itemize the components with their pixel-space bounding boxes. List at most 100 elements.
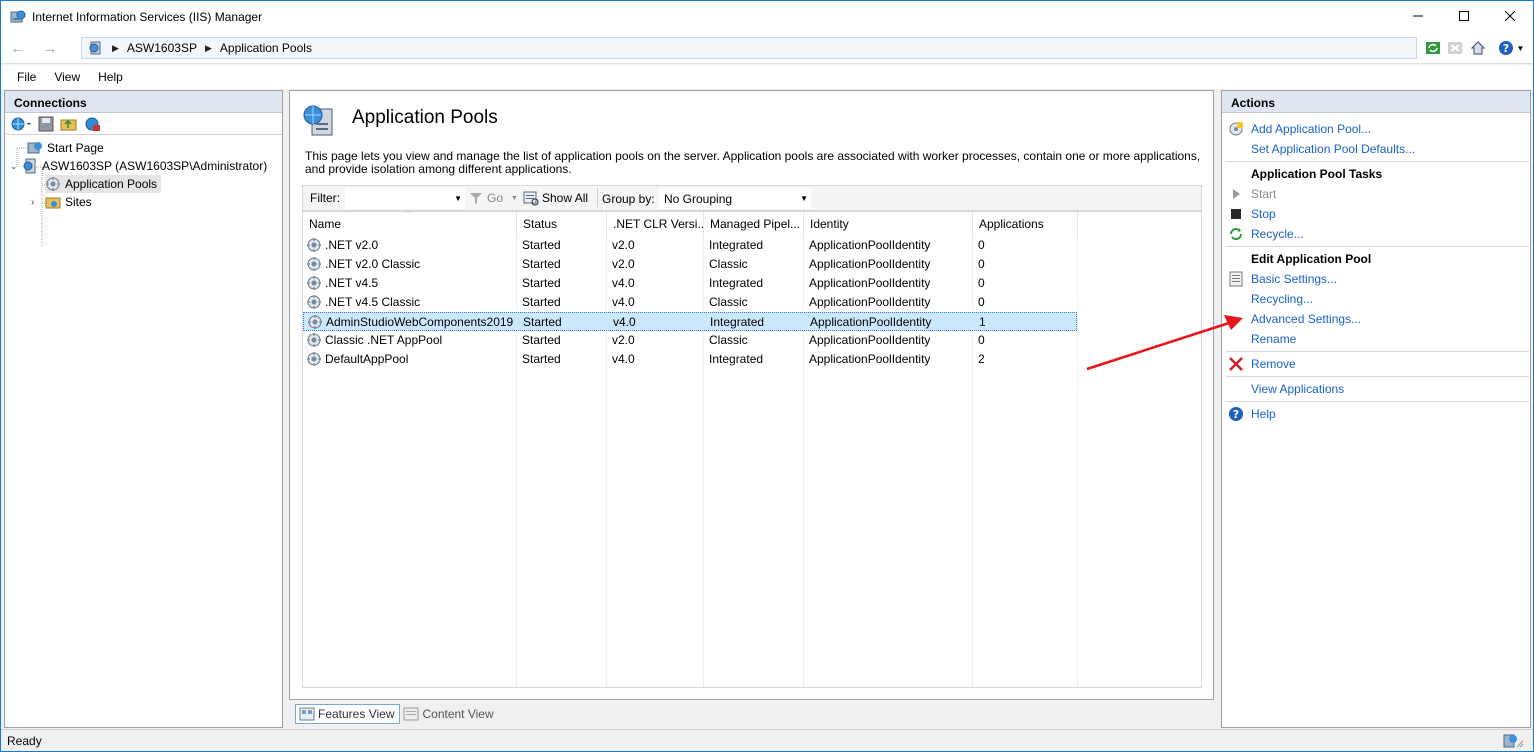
action-add-application-pool[interactable]: Add Application Pool... [1251,122,1371,136]
column-header-clr[interactable]: .NET CLR Versi... [607,212,704,236]
forward-arrow-icon: → [42,39,58,57]
refresh-button[interactable] [1423,38,1443,58]
address-path[interactable]: ▶ ASW1603SP ▶ Application Pools [81,37,1417,59]
content-view-tab[interactable]: Content View [400,704,498,724]
cell-pipeline: Classic [709,257,748,271]
cell-clr: v4.0 [612,276,635,290]
action-stop[interactable]: Stop [1251,207,1276,221]
table-row[interactable]: .NET v2.0 Started v2.0 Integrated Applicatio… [303,236,1077,255]
expand-chevron-icon[interactable]: › [31,197,45,208]
application-pool-icon [307,257,321,271]
close-button[interactable] [1487,1,1533,31]
minimize-button[interactable] [1395,1,1441,31]
table-row[interactable]: .NET v4.5 Classic Started v4.0 Classic Appli… [303,293,1077,312]
table-row[interactable]: Classic .NET AppPool Started v2.0 Classic Ap… [303,331,1077,350]
menu-file[interactable]: File [17,70,36,84]
actions-separator [1226,246,1529,247]
application-pool-icon [307,352,321,366]
action-view-applications[interactable]: View Applications [1251,382,1344,396]
column-header-applications[interactable]: Applications [973,212,1078,236]
add-pool-icon [1229,122,1243,136]
column-header-label: Applications [979,217,1044,231]
sort-ascending-icon: ⌃ [403,212,411,219]
action-advanced-settings[interactable]: Advanced Settings... [1251,312,1361,326]
action-remove[interactable]: Remove [1251,357,1296,371]
connect-globe-icon[interactable] [10,116,32,132]
save-icon[interactable] [38,116,54,132]
tree-label: Sites [65,195,92,209]
action-start[interactable]: Start [1251,187,1276,201]
column-header-status[interactable]: Status [517,212,607,236]
tree-item-application-pools[interactable]: Application Pools [45,175,162,193]
action-recycling[interactable]: Recycling... [1251,292,1313,306]
cell-apps: 2 [978,352,985,366]
title-bar: Internet Information Services (IIS) Mana… [1,1,1533,32]
maximize-button[interactable] [1441,1,1487,31]
column-header-name[interactable]: Name ⌃ [303,212,517,236]
app-pools-list[interactable]: Name ⌃ Status .NET CLR Versi... Managed P… [302,211,1202,688]
up-folder-icon[interactable] [60,116,78,132]
menu-view[interactable]: View [54,70,80,84]
svg-text:?: ? [1233,408,1239,421]
collapse-chevron-icon[interactable]: ⌄ [10,161,22,172]
cell-status: Started [522,352,561,366]
funnel-icon [470,193,482,204]
stop-nav-button[interactable] [1445,38,1465,58]
action-basic-settings[interactable]: Basic Settings... [1251,272,1337,286]
column-divider [1077,236,1078,687]
tree-item-start-page[interactable]: Start Page [27,139,104,157]
tree-label: Application Pools [65,177,158,191]
cell-pipeline: Integrated [709,238,764,252]
breadcrumb-server[interactable]: ASW1603SP [127,41,197,55]
cell-identity: ApplicationPoolIdentity [809,238,931,252]
table-row[interactable]: AdminStudioWebComponents2019 Started v4.0 I… [303,312,1077,331]
action-recycle[interactable]: Recycle... [1251,227,1304,241]
go-button[interactable]: Go ▼ [469,191,518,205]
annotation-arrow [1086,315,1243,371]
cell-clr: v4.0 [612,295,635,309]
tree-label: ASW1603SP (ASW1603SP\Administrator) [42,159,268,173]
help-menu-button[interactable]: ? ▼ [1495,38,1527,58]
cell-clr: v2.0 [612,238,635,252]
group-by-select[interactable]: No Grouping ▼ [659,188,811,209]
dropdown-arrow-icon[interactable]: ▼ [454,194,462,203]
disconnect-icon[interactable] [84,116,102,132]
breadcrumb-app-pools[interactable]: Application Pools [220,41,312,55]
cell-apps: 0 [978,257,985,271]
home-button[interactable] [1468,38,1488,58]
menu-help[interactable]: Help [98,70,123,84]
cell-apps: 0 [978,276,985,290]
tree-item-sites[interactable]: › Sites [31,193,92,211]
actions-separator [1226,161,1529,162]
dropdown-arrow-icon: ▼ [511,194,518,202]
sites-folder-icon [45,197,61,209]
table-row[interactable]: DefaultAppPool Started v4.0 Integrated Appli… [303,350,1077,369]
action-rename[interactable]: Rename [1251,332,1296,346]
column-header-pipeline[interactable]: Managed Pipel... [704,212,804,236]
back-arrow-icon: ← [10,39,26,57]
start-page-icon [27,142,42,154]
action-set-pool-defaults[interactable]: Set Application Pool Defaults... [1251,142,1415,156]
table-row[interactable]: .NET v2.0 Classic Started v2.0 Classic Appli… [303,255,1077,274]
iis-manager-window: Internet Information Services (IIS) Mana… [0,0,1534,752]
cell-identity: ApplicationPoolIdentity [809,333,931,347]
cell-name: AdminStudioWebComponents2019 [326,315,514,329]
cell-clr: v2.0 [612,333,635,347]
features-area: Application Pools This page lets you vie… [289,90,1214,700]
show-all-button[interactable]: Show All [523,190,588,206]
cell-name: DefaultAppPool [325,352,409,366]
cell-status: Started [522,333,561,347]
show-all-label: Show All [542,191,589,205]
forward-button[interactable]: → [39,37,61,59]
features-view-tab[interactable]: Features View [295,703,401,724]
group-by-label: Group by: [602,192,655,206]
action-help[interactable]: Help [1251,407,1276,421]
table-row[interactable]: .NET v4.5 Started v4.0 Integrated Applicatio… [303,274,1077,293]
column-header-identity[interactable]: Identity [804,212,973,236]
tree-item-server[interactable]: ⌄ ASW1603SP (ASW1603SP\Administrator) [10,157,267,175]
back-button[interactable]: ← [7,37,29,59]
features-view-label: Features View [318,706,395,721]
filter-input[interactable]: ▼ [345,188,465,209]
basic-settings-icon [1229,271,1243,287]
application-pool-icon [308,315,322,329]
